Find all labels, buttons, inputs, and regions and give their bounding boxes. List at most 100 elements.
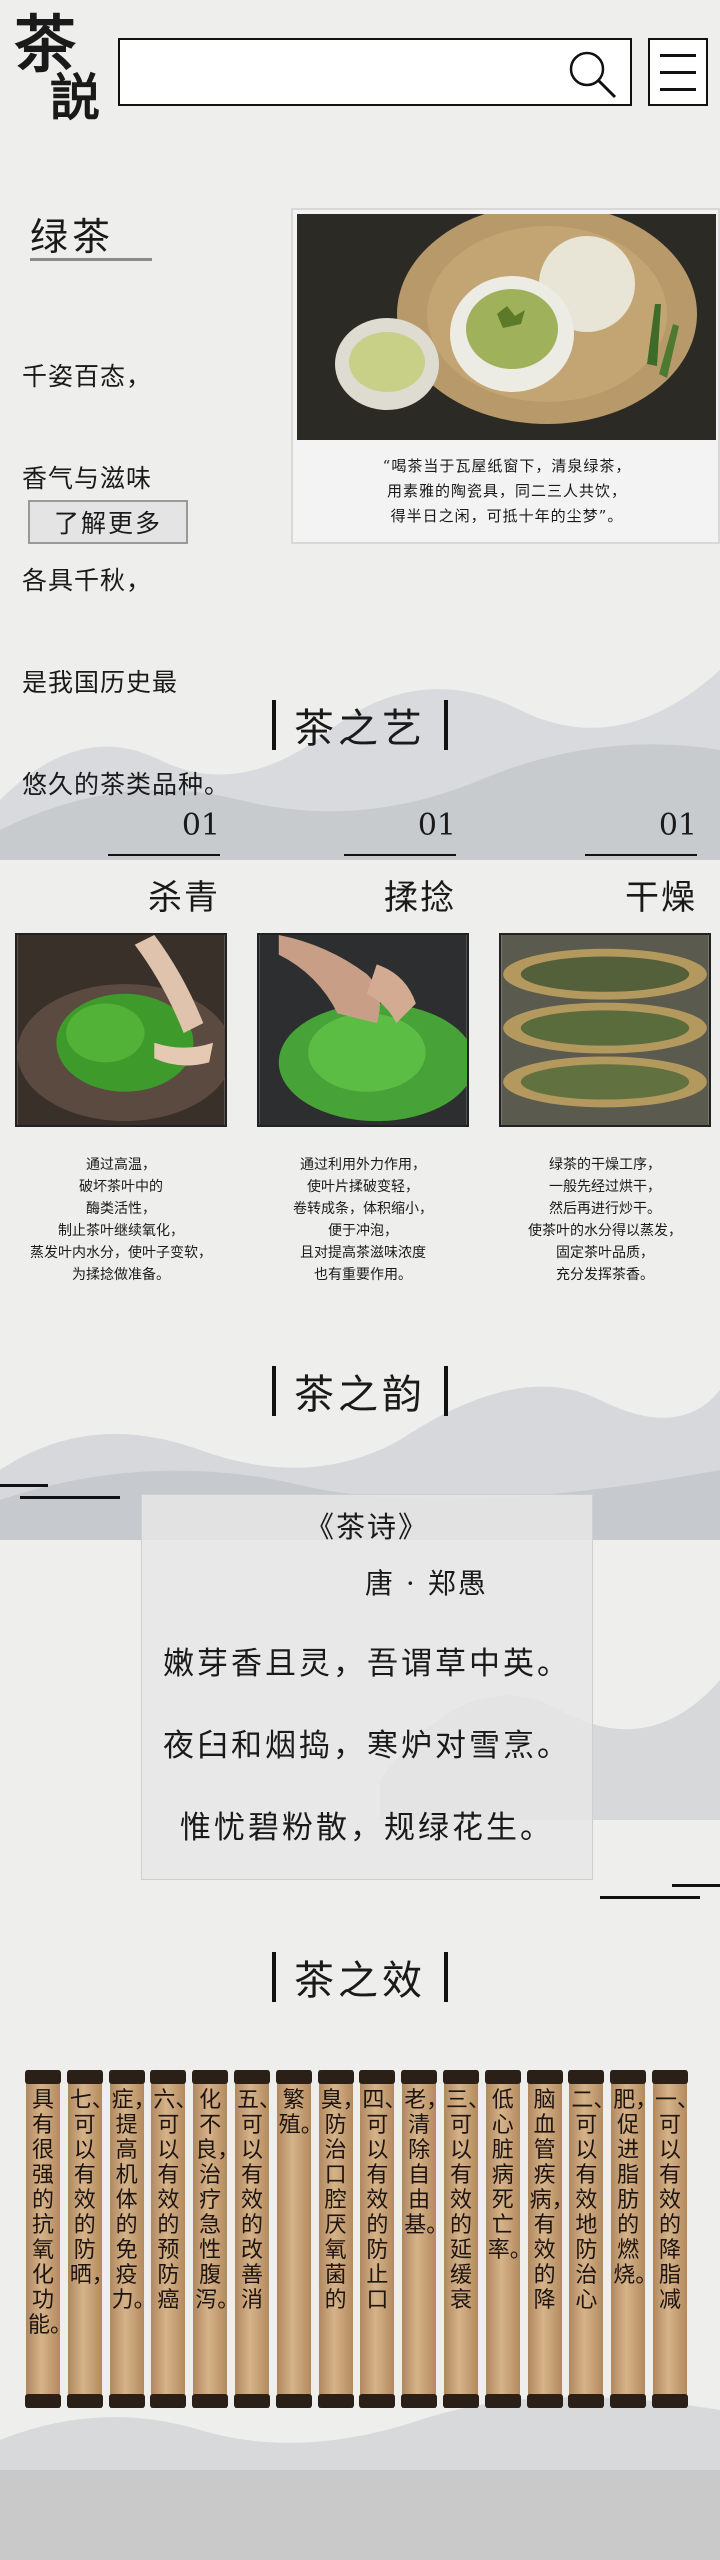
step-name: 揉捻 — [384, 878, 456, 918]
search-icon[interactable] — [566, 48, 618, 100]
tea-quote: “喝茶当于瓦屋纸窗下，清泉绿茶， 用素雅的陶瓷具，同二三人共饮， 得半日之闲，可… — [382, 457, 632, 525]
scroll-text: 老，清除自由基。 — [404, 2088, 449, 2238]
scroll-text: 五、可以有效的改善消 — [237, 2088, 282, 2313]
poem-author: 唐 · 郑愚 — [365, 1567, 488, 1600]
scroll-cap — [443, 2070, 479, 2084]
scroll-cap — [526, 2394, 563, 2408]
scroll-cap — [484, 2394, 521, 2408]
effect-scroll: 臭，防治口腔厌氧菌的 — [317, 2070, 365, 2408]
section-title-art: 茶之艺 — [0, 696, 720, 754]
footer — [0, 2470, 720, 2560]
effect-scroll: 化不良，治疗急性腹泻。 — [192, 2070, 239, 2408]
menu-icon — [660, 88, 696, 91]
effect-scroll: 老，清除自由基。 — [401, 2070, 449, 2408]
drying-photo — [499, 933, 711, 1127]
effect-scroll: 六、可以有效的预防癌 — [150, 2070, 198, 2408]
green-tea-cups-photo — [297, 214, 716, 440]
scroll-cap — [108, 2070, 145, 2084]
rolling-photo — [257, 933, 469, 1127]
step-description: 通过利用外力作用， 使叶片揉破变轻， 卷转成条，体积缩小， 便于冲泡， 且对提高… — [293, 1157, 433, 1283]
title-bar — [444, 700, 448, 750]
step-name: 杀青 — [148, 878, 220, 918]
step-number: 01 — [417, 808, 456, 843]
scroll-cap — [25, 2070, 61, 2084]
logo-char-2: 説 — [50, 68, 100, 127]
menu-icon — [660, 71, 696, 74]
step-underline — [344, 854, 456, 856]
logo-char-1: 茶 — [14, 8, 76, 81]
scroll-text: 一、可以有效的降脂减 — [655, 2088, 700, 2313]
title-bar — [272, 1952, 276, 2002]
title-bar — [444, 1952, 448, 2002]
intro-line: 香气与滋味 — [22, 464, 153, 493]
poem-title: 《茶诗》 — [304, 1510, 429, 1544]
effect-scroll: 肥，促进脂肪的燃烧。 — [610, 2070, 658, 2408]
killing-green-photo — [15, 933, 227, 1127]
effect-scroll: 七、可以有效的防晒， — [66, 2070, 114, 2408]
effect-scroll: 繁殖。 — [275, 2070, 323, 2408]
scroll-cap — [610, 2394, 647, 2408]
effect-scroll: 具有很强的抗氧化功能。 — [25, 2070, 72, 2408]
intro-line: 悠久的茶类品种。 — [22, 770, 231, 799]
scroll-cap — [66, 2070, 103, 2084]
poem-line: 嫩芽香且灵，吾谓草中英。 — [163, 1646, 571, 1682]
site-logo[interactable]: 茶 説 — [10, 14, 100, 134]
scroll-text: 四、可以有效的防止口 — [362, 2088, 407, 2313]
decorative-line — [600, 1896, 700, 1899]
scroll-text: 肥，促进脂肪的燃烧。 — [613, 2088, 658, 2288]
scroll-cap — [150, 2070, 187, 2084]
scroll-cap — [192, 2394, 229, 2408]
poem-line: 惟忧碧粉散，规绿花生。 — [180, 1810, 554, 1846]
scroll-cap — [610, 2070, 647, 2084]
scroll-cap — [275, 2394, 312, 2408]
intro-line: 是我国历史最 — [22, 668, 179, 697]
search-input[interactable] — [118, 38, 632, 106]
poem-line: 夜臼和烟捣，寒炉对雪烹。 — [163, 1728, 571, 1764]
scroll-cap — [568, 2394, 605, 2408]
effect-scroll: 症，提高机体的免疫力。 — [108, 2070, 156, 2408]
scroll-cap — [401, 2394, 438, 2408]
scroll-cap — [317, 2394, 354, 2408]
intro-card: “喝茶当于瓦屋纸窗下，清泉绿茶， 用素雅的陶瓷具，同二三人共饮， 得半日之闲，可… — [291, 208, 720, 544]
scroll-text: 三、可以有效的延缓衰 — [446, 2088, 491, 2313]
menu-button[interactable] — [648, 38, 708, 106]
scroll-cap — [526, 2070, 563, 2084]
intro-text: 千姿百态， 香气与滋味 各具千秋， 是我国历史最 悠久的茶类品种。 — [22, 292, 230, 836]
scroll-text: 脑血管疾病，有效的降 — [529, 2088, 574, 2313]
step-name: 干燥 — [625, 878, 697, 918]
section-title-text: 茶之艺 — [294, 706, 426, 752]
scroll-cap — [234, 2394, 270, 2408]
scroll-cap — [359, 2394, 396, 2408]
scroll-cap — [66, 2394, 103, 2408]
menu-icon — [660, 54, 696, 57]
scroll-cap — [443, 2394, 479, 2408]
scroll-cap — [150, 2394, 187, 2408]
decorative-line — [20, 1496, 120, 1499]
learn-more-button[interactable]: 了解更多 — [28, 500, 188, 544]
step-underline — [108, 854, 220, 856]
effect-scroll: 四、可以有效的防止口 — [359, 2070, 407, 2408]
effect-scroll: 低心脏病死亡率。 — [484, 2070, 532, 2408]
effect-scroll: 五、可以有效的改善消 — [234, 2070, 282, 2408]
scroll-text: 臭，防治口腔厌氧菌的 — [320, 2088, 365, 2313]
scroll-text: 繁殖。 — [278, 2088, 323, 2138]
scroll-text: 七、可以有效的防晒， — [69, 2088, 114, 2288]
section-title-effect: 茶之效 — [0, 1948, 720, 2006]
scroll-cap — [25, 2394, 61, 2408]
intro-title: 绿茶 — [30, 215, 115, 259]
title-bar — [272, 1366, 276, 1416]
step-underline — [585, 854, 697, 856]
step-number: 01 — [658, 808, 697, 843]
scroll-text: 二、可以有效地防治心 — [571, 2088, 616, 2313]
section-title-text: 茶之韵 — [294, 1372, 426, 1418]
intro-line: 各具千秋， — [22, 566, 153, 595]
section-title-poem: 茶之韵 — [0, 1362, 720, 1420]
scroll-cap — [359, 2070, 396, 2084]
scroll-cap — [652, 2394, 688, 2408]
scroll-text: 六、可以有效的预防癌 — [153, 2088, 198, 2313]
scroll-text: 症，提高机体的免疫力。 — [111, 2088, 156, 2313]
decorative-line — [672, 1884, 720, 1887]
title-bar — [272, 700, 276, 750]
scroll-text: 低心脏病死亡率。 — [487, 2088, 532, 2263]
scroll-cap — [568, 2070, 605, 2084]
